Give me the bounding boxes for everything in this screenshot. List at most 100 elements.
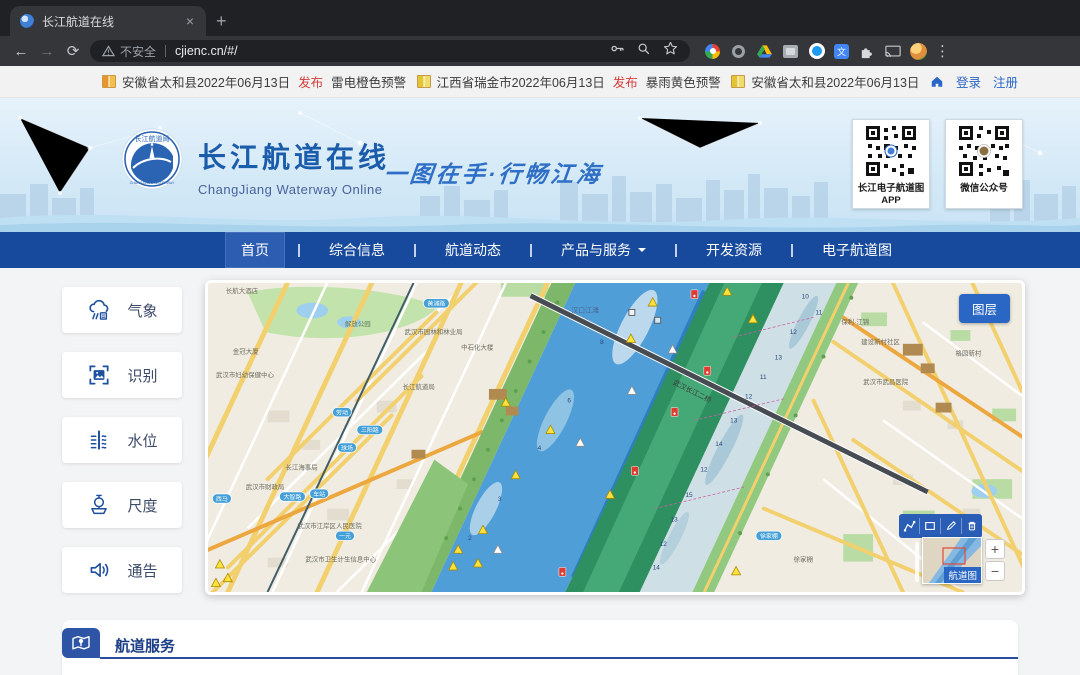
browser-menu-icon[interactable]: ⋮ [935, 42, 950, 60]
nav-waterway-news[interactable]: 航道动态 [429, 232, 517, 268]
waterway-map[interactable]: 10 11 12 13 11 12 13 14 12 15 13 12 14 8… [205, 280, 1025, 595]
svg-text:10: 10 [802, 294, 810, 301]
nav-separator [791, 244, 793, 257]
minimap-type-badge[interactable]: 航道图 [944, 567, 981, 583]
sidebar-label: 水位 [127, 430, 157, 451]
address-bar[interactable]: 不安全 cjienc.cn/#/ [90, 40, 690, 62]
delete-trash-icon[interactable] [962, 514, 982, 538]
nav-products-services[interactable]: 产品与服务 [545, 232, 662, 268]
ring-extension-icon[interactable] [730, 43, 747, 60]
browser-tab[interactable]: 长江航道在线 × [10, 6, 206, 36]
svg-text:汉口江滩: 汉口江滩 [571, 305, 599, 314]
site-title: 长江航道在线 [198, 136, 390, 176]
drive-extension-icon[interactable] [756, 43, 773, 60]
sidebar-item-ship-scale[interactable]: 尺度 [62, 482, 182, 528]
sidebar-label: 尺度 [127, 495, 157, 516]
zoom-page-icon[interactable] [637, 42, 651, 61]
brand-block: 长江航道在线 ChangJiang Waterway Online [198, 136, 390, 197]
zoom-in-button[interactable]: + [985, 539, 1005, 559]
bird-extension-icon[interactable] [808, 43, 825, 60]
bookmark-star-icon[interactable] [663, 41, 678, 61]
qr-caption-2: APP [853, 195, 929, 207]
alert-region: 江西省瑞金市2022年06月13日 [437, 72, 605, 91]
svg-text:车站: 车站 [313, 490, 325, 498]
svg-text:3: 3 [498, 496, 502, 503]
alert-item[interactable]: 江西省瑞金市2022年06月13日 发布 暴雨黄色预警 [417, 72, 721, 91]
sidebar-item-recognition[interactable]: 识别 [62, 352, 182, 398]
password-key-icon[interactable] [610, 41, 625, 61]
zoom-out-button[interactable]: − [985, 561, 1005, 581]
nav-home[interactable]: 首页 [225, 232, 285, 268]
cast-icon[interactable] [884, 43, 901, 60]
sidebar-item-notices[interactable]: 通告 [62, 547, 182, 593]
svg-text:劳动: 劳动 [336, 408, 348, 416]
warning-notice-icon [731, 75, 745, 88]
nav-comprehensive-info[interactable]: 综合信息 [313, 232, 401, 268]
nav-dev-resources[interactable]: 开发资源 [690, 232, 778, 268]
alert-region: 安徽省太和县2022年06月13日 [122, 72, 290, 91]
map-layers-button[interactable]: 图层 [959, 294, 1010, 323]
map-draw-toolbar [899, 514, 982, 538]
svg-text:武汉市武昌医院: 武汉市武昌医院 [863, 377, 909, 386]
services-tab[interactable] [62, 628, 100, 658]
tab-bar: 长江航道在线 × + [0, 0, 1080, 36]
svg-text:13: 13 [671, 516, 679, 523]
qr-code-app: 长江电子航道图 APP [852, 119, 930, 209]
login-link[interactable]: 登录 [956, 72, 981, 91]
logo-bottom-text: CHANGJIANG WATERWAY [130, 181, 175, 185]
svg-text:12: 12 [700, 466, 708, 473]
colorwheel-extension-icon[interactable] [704, 43, 721, 60]
speaker-icon [86, 557, 112, 583]
new-tab-button[interactable]: + [216, 11, 227, 32]
svg-text:武汉市财政局: 武汉市财政局 [246, 482, 285, 491]
main-content: 气象 识别 水位 尺度 通告 [0, 268, 1080, 610]
draw-pencil-icon[interactable] [941, 514, 961, 538]
chevron-down-icon [638, 248, 646, 256]
svg-text:长江航道局: 长江航道局 [403, 382, 435, 391]
sidebar-item-weather[interactable]: 气象 [62, 287, 182, 333]
svg-text:大智路: 大智路 [283, 493, 301, 501]
map-canvas[interactable]: 10 11 12 13 11 12 13 14 12 15 13 12 14 8… [208, 283, 1022, 592]
svg-text:解放公园: 解放公园 [345, 319, 371, 328]
measure-distance-icon[interactable] [899, 514, 919, 538]
profile-avatar[interactable] [910, 43, 927, 60]
forward-button[interactable]: → [34, 43, 60, 60]
qr-image [864, 124, 918, 178]
browser-toolbar: ← → ⟳ 不安全 cjienc.cn/#/ [0, 36, 1080, 66]
svg-text:12: 12 [745, 394, 753, 401]
translate-extension-icon[interactable]: 文 [834, 44, 849, 59]
ship-icon [86, 492, 112, 518]
nav-separator [530, 244, 532, 257]
alert-warning: 雷电橙色预警 [331, 72, 406, 91]
svg-text:金冠大厦: 金冠大厦 [233, 347, 259, 356]
puzzle-extensions-icon[interactable] [858, 43, 875, 60]
alert-item[interactable]: 安徽省太和县2022年06月13日 [731, 72, 919, 91]
register-link[interactable]: 注册 [993, 72, 1018, 91]
svg-text:长江海事局: 长江海事局 [285, 462, 317, 471]
reload-button[interactable]: ⟳ [60, 42, 86, 60]
site-favicon [20, 14, 34, 28]
back-button[interactable]: ← [8, 43, 34, 60]
draw-rectangle-icon[interactable] [920, 514, 940, 538]
screenshot-extension-icon[interactable] [782, 43, 799, 60]
close-tab-icon[interactable]: × [184, 13, 196, 29]
site-logo: 长江航道局 CHANGJIANG WATERWAY [121, 128, 183, 190]
home-icon[interactable] [930, 75, 944, 88]
svg-text:8: 8 [600, 339, 604, 346]
sidebar-item-water-level[interactable]: 水位 [62, 417, 182, 463]
svg-text:长航大酒店: 长航大酒店 [226, 286, 259, 295]
svg-text:黄浦路: 黄浦路 [427, 300, 445, 308]
image-scan-icon [86, 362, 112, 388]
minimap-zoom-slider[interactable] [915, 542, 919, 582]
extension-icons: 文 [704, 43, 927, 60]
svg-text:13: 13 [730, 417, 738, 424]
nav-separator [298, 244, 300, 257]
nav-enc-chart[interactable]: 电子航道图 [806, 232, 908, 268]
qr-caption: 微信公众号 [946, 183, 1022, 195]
alert-item[interactable]: 安徽省太和县2022年06月13日 发布 雷电橙色预警 [102, 72, 406, 91]
minimap[interactable]: 航道图 [922, 537, 982, 584]
bottom-section: 航道服务 [0, 610, 1080, 675]
browser-chrome: 长江航道在线 × + ← → ⟳ 不安全 cjienc.cn/#/ [0, 0, 1080, 66]
svg-text:徐家棚: 徐家棚 [794, 555, 813, 564]
warning-notice-icon [417, 75, 431, 88]
